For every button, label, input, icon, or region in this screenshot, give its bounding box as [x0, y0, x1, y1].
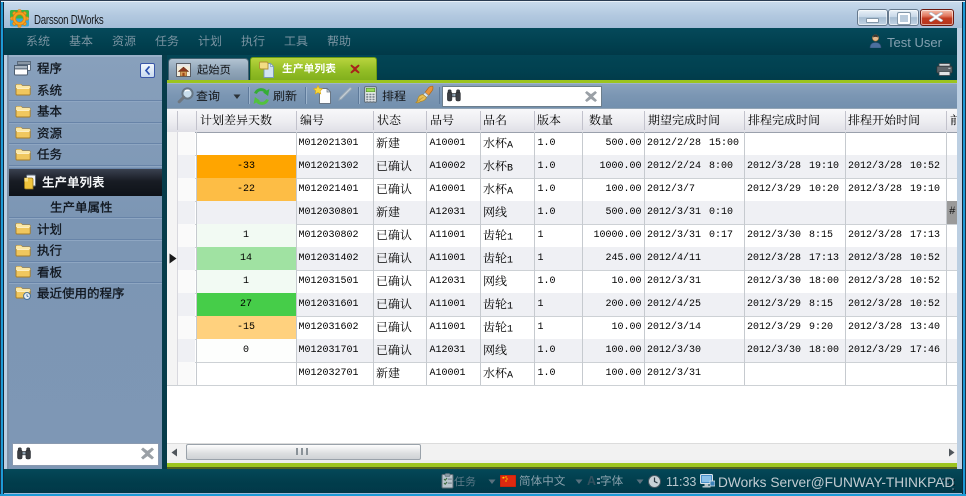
svg-text:1: 1 — [507, 301, 513, 312]
svg-text:A: A — [507, 140, 513, 151]
svg-text:B: B — [507, 163, 513, 174]
svg-text:1: 1 — [507, 324, 513, 335]
svg-text:1: 1 — [507, 232, 513, 243]
svg-text:1: 1 — [507, 255, 513, 266]
svg-text:A: A — [507, 186, 513, 197]
svg-text:A: A — [507, 370, 513, 381]
